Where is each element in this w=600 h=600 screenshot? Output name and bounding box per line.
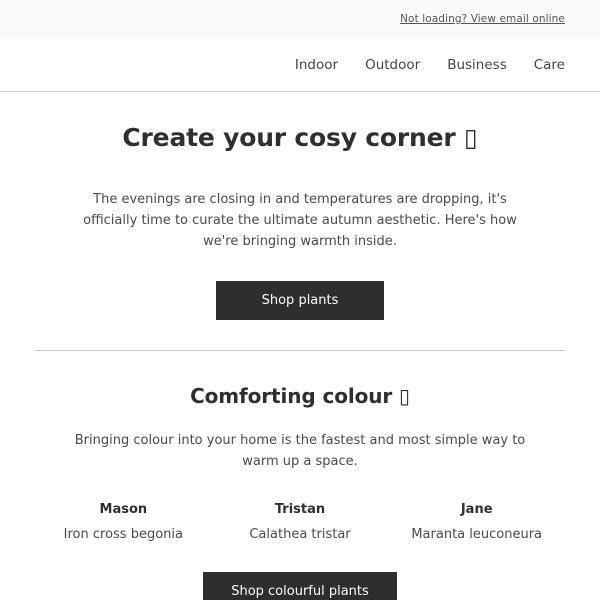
product-card[interactable]: Jane Maranta leuconeura: [388, 502, 565, 544]
nav-item-indoor[interactable]: Indoor: [295, 57, 338, 73]
main-navigation: Indoor Outdoor Business Care: [295, 57, 565, 73]
email-content: Create your cosy corner ▯ The evenings a…: [0, 92, 600, 600]
colour-section-body: Bringing colour into your home is the fa…: [74, 433, 526, 470]
hero-body: The evenings are closing in and temperat…: [83, 192, 517, 250]
product-description: Calathea tristar: [249, 527, 351, 543]
product-name: Tristan: [274, 502, 326, 518]
nav-item-care[interactable]: Care: [534, 57, 565, 73]
colour-section-title: Comforting colour ▯: [35, 384, 565, 409]
email-viewport: Not loading? View email online Indoor Ou…: [0, 0, 600, 600]
product-card[interactable]: Tristan Calathea tristar: [212, 502, 389, 544]
comforting-colour-section: Comforting colour ▯ Bringing colour into…: [35, 351, 565, 600]
product-description: Iron cross begonia: [63, 527, 183, 543]
view-email-online-link[interactable]: Not loading? View email online: [400, 13, 565, 26]
missing-glyph-icon: ▯: [464, 123, 478, 152]
product-row: Mason Iron cross begonia Tristan Calathe…: [35, 502, 565, 544]
product-name: Jane: [460, 502, 493, 518]
shop-colourful-plants-button[interactable]: Shop colourful plants: [203, 572, 397, 600]
product-description: Maranta leuconeura: [411, 527, 543, 543]
missing-glyph-icon: ▯: [399, 384, 410, 409]
shop-plants-button[interactable]: Shop plants: [216, 281, 384, 321]
hero-cta-wrap: Shop plants: [35, 281, 565, 321]
product-card[interactable]: Mason Iron cross begonia: [35, 502, 212, 544]
colour-section-title-text: Comforting colour: [190, 384, 393, 409]
hero-title: Create your cosy corner ▯: [35, 122, 565, 153]
hero-title-text: Create your cosy corner: [122, 123, 456, 152]
colour-cta-wrap: Shop colourful plants: [35, 572, 565, 600]
hero-section: Create your cosy corner ▯ The evenings a…: [35, 92, 565, 321]
nav-item-outdoor[interactable]: Outdoor: [365, 57, 420, 73]
preheader-bar: Not loading? View email online: [0, 0, 600, 38]
product-name: Mason: [99, 502, 148, 518]
nav-item-business[interactable]: Business: [447, 57, 507, 73]
site-header: Indoor Outdoor Business Care: [0, 38, 600, 92]
